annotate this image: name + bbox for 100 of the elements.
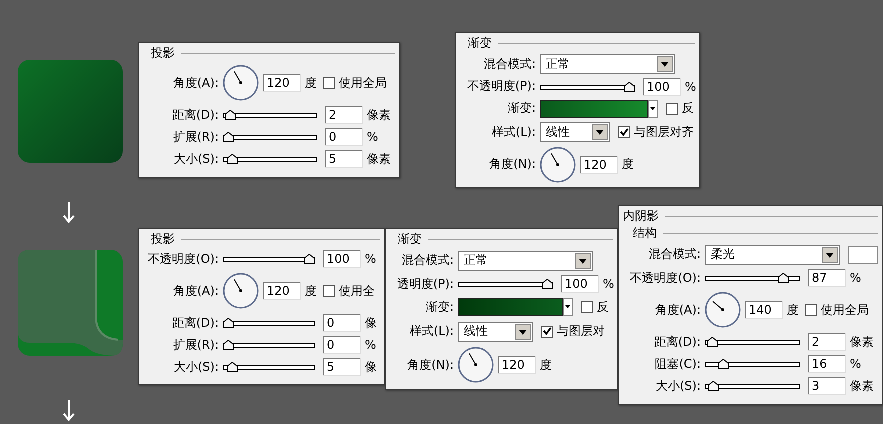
caret-icon bbox=[822, 246, 838, 262]
slider-thumb[interactable] bbox=[223, 132, 234, 142]
dropdown[interactable]: 正常 bbox=[540, 54, 675, 74]
slider-thumb[interactable] bbox=[304, 254, 315, 264]
unit-label: % bbox=[367, 130, 378, 144]
slider-thumb[interactable] bbox=[778, 273, 790, 283]
number-field[interactable]: 5 bbox=[323, 358, 361, 376]
angle-dial[interactable] bbox=[223, 273, 259, 309]
number-field[interactable]: 120 bbox=[580, 156, 618, 174]
number-field[interactable]: 87 bbox=[808, 269, 846, 287]
number-field[interactable]: 140 bbox=[745, 301, 783, 319]
dropdown[interactable]: 线性 bbox=[458, 322, 533, 342]
field-label: 角度(A): bbox=[172, 74, 219, 92]
field-label: 角度(A): bbox=[172, 282, 219, 300]
checkbox[interactable] bbox=[618, 126, 630, 138]
slider-thumb[interactable] bbox=[624, 82, 635, 92]
slider-thumb[interactable] bbox=[223, 340, 234, 350]
dropdown[interactable]: 柔光 bbox=[705, 244, 840, 264]
slider-thumb[interactable] bbox=[708, 381, 719, 391]
gradient-picker[interactable] bbox=[540, 100, 648, 118]
caret-icon[interactable] bbox=[563, 298, 573, 316]
number-field[interactable]: 120 bbox=[263, 282, 301, 300]
checkbox-label: 反 bbox=[682, 100, 694, 118]
field-label: 大小(S): bbox=[172, 150, 219, 168]
unit-label: 像 bbox=[365, 314, 377, 332]
angle-dial[interactable] bbox=[223, 65, 259, 101]
caret-icon bbox=[515, 324, 531, 340]
caret-icon bbox=[592, 124, 608, 140]
checkbox[interactable] bbox=[323, 77, 335, 89]
number-field[interactable]: 0 bbox=[323, 336, 361, 354]
slider-thumb[interactable] bbox=[718, 359, 730, 369]
number-field[interactable]: 5 bbox=[325, 150, 363, 168]
angle-dial[interactable] bbox=[705, 292, 741, 328]
number-field[interactable]: 100 bbox=[643, 78, 681, 96]
number-field[interactable]: 120 bbox=[498, 356, 536, 374]
slider-thumb[interactable] bbox=[227, 362, 238, 372]
angle-dial[interactable] bbox=[540, 146, 576, 183]
unit-label: % bbox=[685, 80, 696, 94]
slider-thumb[interactable] bbox=[223, 318, 234, 328]
number-field[interactable]: 100 bbox=[561, 275, 599, 293]
field-label: 混合模式: bbox=[400, 252, 454, 269]
checkbox[interactable] bbox=[323, 285, 335, 297]
checkbox[interactable] bbox=[541, 326, 553, 338]
checkbox-label: 使用全局 bbox=[339, 74, 387, 92]
number-field[interactable]: 2 bbox=[808, 333, 846, 351]
unit-label: % bbox=[365, 252, 376, 266]
number-field[interactable]: 2 bbox=[325, 106, 363, 124]
dropdown[interactable]: 线性 bbox=[540, 122, 610, 142]
color-swatch[interactable] bbox=[848, 246, 878, 264]
number-field[interactable]: 0 bbox=[323, 314, 361, 332]
unit-label: 像素 bbox=[367, 106, 391, 124]
number-field[interactable]: 3 bbox=[808, 377, 846, 395]
unit-label: % bbox=[850, 357, 862, 371]
field-label: 样式(L): bbox=[490, 124, 536, 141]
unit-label: 像素 bbox=[850, 334, 874, 350]
field-label: 不透明度(O): bbox=[147, 250, 219, 268]
field-label: 不透明度(O): bbox=[629, 270, 701, 286]
number-field[interactable]: 100 bbox=[323, 250, 361, 268]
panel-title: 渐变 bbox=[398, 231, 422, 248]
dropdown[interactable]: 正常 bbox=[458, 250, 593, 270]
field-label: 距离(D): bbox=[653, 334, 701, 350]
number-field[interactable]: 16 bbox=[808, 355, 846, 373]
field-label: 距离(D): bbox=[171, 106, 219, 124]
unit-label: % bbox=[850, 271, 862, 285]
field-label: 样式(L): bbox=[408, 323, 454, 340]
slider-thumb[interactable] bbox=[542, 279, 553, 289]
unit-label: 度 bbox=[305, 282, 317, 300]
angle-dial[interactable] bbox=[458, 347, 494, 383]
field-label: 混合模式: bbox=[482, 56, 536, 73]
number-field[interactable]: 120 bbox=[263, 74, 301, 92]
number-field[interactable]: 0 bbox=[325, 128, 363, 146]
checkbox-label: 使用全 bbox=[339, 282, 375, 300]
panel-title: 渐变 bbox=[468, 35, 492, 52]
field-label: 渐变: bbox=[506, 100, 536, 118]
panel-title: 投影 bbox=[151, 45, 175, 62]
field-label: 角度(N): bbox=[488, 156, 536, 174]
field-label: 距离(D): bbox=[171, 314, 219, 332]
unit-label: 像素 bbox=[367, 150, 391, 168]
checkbox-label: 与图层对 bbox=[557, 323, 605, 340]
unit-label: 度 bbox=[305, 74, 317, 92]
field-label: 渐变: bbox=[424, 298, 454, 316]
unit-label: 度 bbox=[787, 302, 799, 318]
panel-title: 投影 bbox=[151, 231, 175, 248]
down-arrow-icon bbox=[62, 400, 76, 421]
field-label: 扩展(R): bbox=[172, 336, 219, 354]
slider-thumb[interactable] bbox=[227, 154, 238, 164]
slider-thumb[interactable] bbox=[224, 110, 236, 120]
field-label: 大小(S): bbox=[654, 378, 701, 394]
caret-icon[interactable] bbox=[648, 100, 658, 118]
checkbox[interactable] bbox=[666, 102, 678, 115]
unit-label: % bbox=[603, 277, 614, 291]
slider-thumb[interactable] bbox=[706, 337, 718, 347]
checkbox[interactable] bbox=[581, 301, 593, 313]
unit-label: 像素 bbox=[850, 378, 874, 394]
unit-label: 度 bbox=[540, 356, 552, 374]
field-label: 角度(A): bbox=[654, 302, 701, 318]
field-label: 不透明度(P): bbox=[466, 78, 536, 96]
down-arrow-icon bbox=[62, 202, 76, 223]
caret-icon bbox=[575, 252, 591, 268]
checkbox[interactable] bbox=[805, 304, 817, 316]
